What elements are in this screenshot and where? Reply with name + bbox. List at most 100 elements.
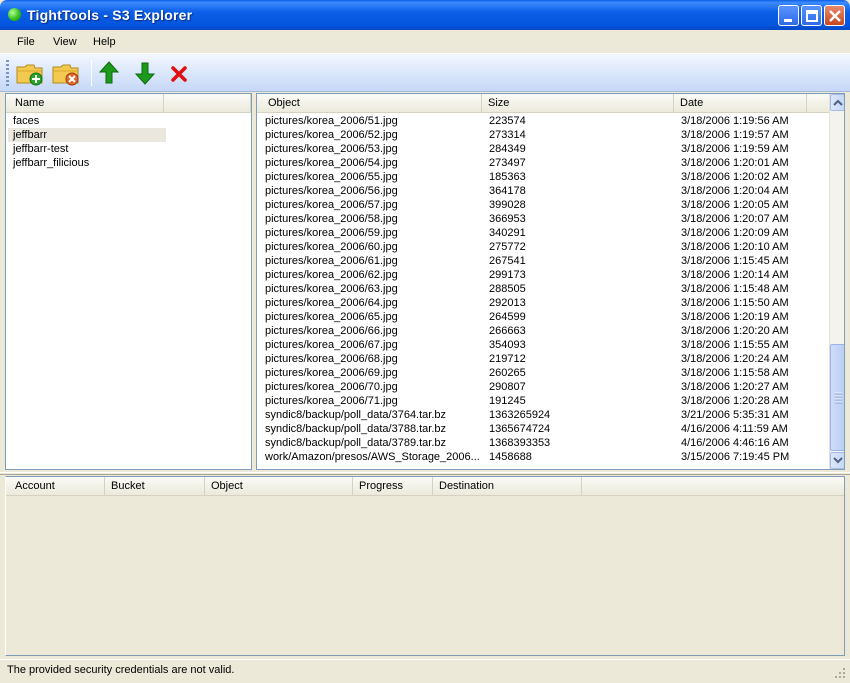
maximize-icon — [806, 10, 818, 22]
column-header-date[interactable]: Date — [674, 94, 807, 113]
close-button[interactable] — [824, 5, 845, 26]
delete-folder-icon — [52, 64, 79, 86]
object-row[interactable]: pictures/korea_2006/63.jpg 288505 3/18/200… — [257, 282, 829, 296]
object-row[interactable]: pictures/korea_2006/65.jpg 264599 3/18/200… — [257, 310, 829, 324]
column-header-size[interactable]: Size — [482, 94, 674, 113]
menu-file[interactable]: File — [17, 36, 35, 48]
object-row[interactable]: pictures/korea_2006/66.jpg 266663 3/18/200… — [257, 324, 829, 338]
scroll-up-button[interactable] — [830, 94, 844, 111]
object-size: 1368393353 — [489, 437, 551, 449]
object-size: 364178 — [489, 185, 526, 197]
object-row[interactable]: pictures/korea_2006/51.jpg 223574 3/18/200… — [257, 114, 829, 128]
object-size: 219712 — [489, 353, 526, 365]
object-row[interactable]: pictures/korea_2006/57.jpg 399028 3/18/200… — [257, 198, 829, 212]
minimize-button[interactable] — [778, 5, 799, 26]
object-date: 3/18/2006 1:19:59 AM — [681, 143, 789, 155]
object-size: 340291 — [489, 227, 526, 239]
object-row[interactable]: pictures/korea_2006/56.jpg 364178 3/18/200… — [257, 184, 829, 198]
object-row[interactable]: pictures/korea_2006/68.jpg 219712 3/18/200… — [257, 352, 829, 366]
object-name: pictures/korea_2006/51.jpg — [265, 115, 398, 127]
column-header-object[interactable]: Object — [262, 94, 482, 113]
object-name: pictures/korea_2006/67.jpg — [265, 339, 398, 351]
menu-help[interactable]: Help — [93, 36, 116, 48]
new-folder-icon — [16, 64, 43, 86]
object-name: pictures/korea_2006/53.jpg — [265, 143, 398, 155]
object-row[interactable]: syndic8/backup/poll_data/3789.tar.bz 1368… — [257, 436, 829, 450]
new-bucket-button[interactable] — [14, 58, 46, 88]
window-title: TightTools - S3 Explorer — [27, 7, 193, 23]
object-row[interactable]: syndic8/backup/poll_data/3764.tar.bz 1363… — [257, 408, 829, 422]
column-header-account[interactable]: Account — [9, 477, 105, 496]
object-row[interactable]: pictures/korea_2006/55.jpg 185363 3/18/200… — [257, 170, 829, 184]
object-date: 3/18/2006 1:15:50 AM — [681, 297, 789, 309]
download-button[interactable] — [131, 58, 163, 88]
bucket-item[interactable]: jeffbarr_filicious — [8, 156, 166, 170]
object-date: 3/18/2006 1:20:14 AM — [681, 269, 789, 281]
object-row[interactable]: syndic8/backup/poll_data/3788.tar.bz 1365… — [257, 422, 829, 436]
object-date: 3/21/2006 5:35:31 AM — [681, 409, 789, 421]
object-size: 366953 — [489, 213, 526, 225]
bucket-item[interactable]: faces — [8, 114, 166, 128]
scroll-down-button[interactable] — [830, 452, 844, 469]
object-date: 3/18/2006 1:20:02 AM — [681, 171, 789, 183]
object-date: 3/18/2006 1:20:10 AM — [681, 241, 789, 253]
object-name: pictures/korea_2006/55.jpg — [265, 171, 398, 183]
object-row[interactable]: pictures/korea_2006/70.jpg 290807 3/18/200… — [257, 380, 829, 394]
object-size: 260265 — [489, 367, 526, 379]
status-bar: The provided security credentials are no… — [0, 659, 850, 683]
grip-icon — [835, 392, 842, 404]
object-row[interactable]: pictures/korea_2006/67.jpg 354093 3/18/200… — [257, 338, 829, 352]
object-row[interactable]: pictures/korea_2006/59.jpg 340291 3/18/200… — [257, 226, 829, 240]
bucket-item-selected[interactable]: jeffbarr — [8, 128, 166, 142]
object-name: pictures/korea_2006/63.jpg — [265, 283, 398, 295]
object-row[interactable]: pictures/korea_2006/64.jpg 292013 3/18/200… — [257, 296, 829, 310]
object-date: 3/18/2006 1:15:58 AM — [681, 367, 789, 379]
object-name: syndic8/backup/poll_data/3789.tar.bz — [265, 437, 447, 449]
splitter[interactable] — [0, 472, 850, 475]
resize-grip-icon[interactable] — [834, 667, 846, 679]
delete-object-button[interactable] — [167, 58, 199, 88]
object-date: 3/18/2006 1:19:56 AM — [681, 115, 789, 127]
object-date: 3/18/2006 1:20:01 AM — [681, 157, 789, 169]
object-row[interactable]: pictures/korea_2006/71.jpg 191245 3/18/200… — [257, 394, 829, 408]
column-header-bucket[interactable]: Bucket — [105, 477, 205, 496]
object-row[interactable]: pictures/korea_2006/62.jpg 299173 3/18/200… — [257, 268, 829, 282]
object-size: 1363265924 — [489, 409, 551, 421]
object-row[interactable]: pictures/korea_2006/61.jpg 267541 3/18/200… — [257, 254, 829, 268]
object-name: syndic8/backup/poll_data/3764.tar.bz — [265, 409, 447, 421]
object-row[interactable]: pictures/korea_2006/52.jpg 273314 3/18/200… — [257, 128, 829, 142]
object-name: pictures/korea_2006/62.jpg — [265, 269, 398, 281]
object-size: 185363 — [489, 171, 526, 183]
title-bar[interactable]: TightTools - S3 Explorer — [0, 0, 850, 30]
object-size: 275772 — [489, 241, 526, 253]
maximize-button[interactable] — [801, 5, 822, 26]
column-header-name[interactable]: Name — [9, 94, 164, 113]
object-date: 3/18/2006 1:15:45 AM — [681, 255, 789, 267]
vertical-scrollbar[interactable] — [829, 94, 844, 469]
scroll-thumb[interactable] — [830, 344, 844, 451]
column-header-destination[interactable]: Destination — [433, 477, 582, 496]
delete-x-icon — [171, 66, 187, 82]
object-row[interactable]: pictures/korea_2006/53.jpg 284349 3/18/200… — [257, 142, 829, 156]
column-header-object[interactable]: Object — [205, 477, 353, 496]
delete-bucket-button[interactable] — [50, 58, 82, 88]
object-row[interactable]: work/Amazon/presos/AWS_Storage_2006... 14… — [257, 450, 829, 464]
object-list-panel: Object Size Date pictures/korea_2006/51.… — [256, 93, 845, 470]
object-size: 1458688 — [489, 451, 532, 463]
object-row[interactable]: pictures/korea_2006/60.jpg 275772 3/18/200… — [257, 240, 829, 254]
upload-button[interactable] — [95, 58, 127, 88]
menu-view[interactable]: View — [53, 36, 77, 48]
object-size: 273497 — [489, 157, 526, 169]
column-header-progress[interactable]: Progress — [353, 477, 433, 496]
object-size: 399028 — [489, 199, 526, 211]
object-row[interactable]: pictures/korea_2006/69.jpg 260265 3/18/200… — [257, 366, 829, 380]
toolbar-grip[interactable] — [6, 60, 9, 86]
object-date: 3/18/2006 1:20:09 AM — [681, 227, 789, 239]
object-size: 299173 — [489, 269, 526, 281]
chevron-up-icon — [833, 99, 843, 106]
object-row[interactable]: pictures/korea_2006/58.jpg 366953 3/18/200… — [257, 212, 829, 226]
object-name: work/Amazon/presos/AWS_Storage_2006... — [265, 451, 479, 463]
object-row[interactable]: pictures/korea_2006/54.jpg 273497 3/18/200… — [257, 156, 829, 170]
object-name: pictures/korea_2006/54.jpg — [265, 157, 398, 169]
bucket-item[interactable]: jeffbarr-test — [8, 142, 166, 156]
